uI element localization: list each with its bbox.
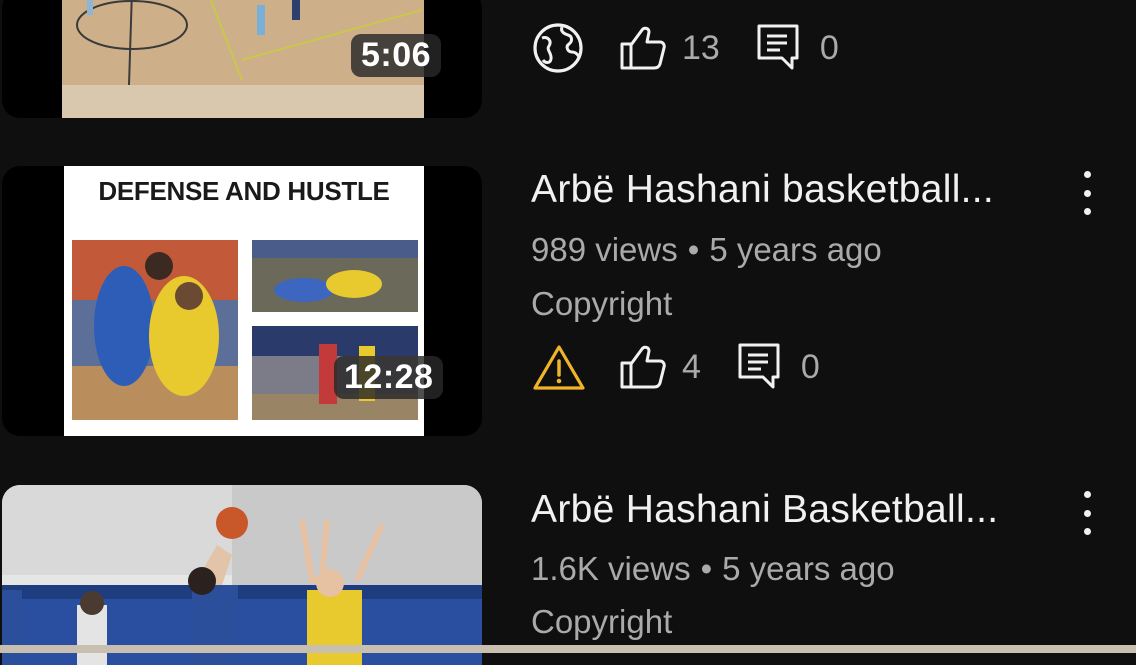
video-title[interactable]: Arbë Hashani basketball... [531,168,994,212]
view-count: 1.6K views [531,550,691,587]
video-title[interactable]: Arbë Hashani Basketball... [531,488,998,532]
separator-dot: • [700,550,713,587]
globe-icon[interactable] [532,22,584,74]
separator-dot: • [687,231,700,268]
video-meta: 989 views • 5 years ago [531,231,882,269]
kebab-dot [1083,189,1091,197]
like-icon[interactable] [618,23,668,73]
comment-icon[interactable] [756,22,800,74]
thumbnail-image [2,485,482,665]
more-options-button[interactable] [1072,171,1102,215]
comment-icon[interactable] [737,341,781,393]
kebab-dot [1083,528,1091,535]
next-thumbnail-edge [0,645,1136,653]
kebab-dot [1083,171,1091,178]
upload-age: 5 years ago [722,550,895,587]
comment-count: 0 [800,347,820,386]
video-meta: 1.6K views • 5 years ago [531,550,895,588]
copyright-label[interactable]: Copyright [531,603,672,641]
comment-count: 0 [819,28,839,67]
kebab-dot [1083,208,1091,215]
kebab-dot [1083,491,1091,498]
kebab-dot [1083,509,1091,517]
like-count: 13 [682,28,720,67]
video-thumbnail[interactable]: 5:06 [2,0,482,118]
warning-icon[interactable] [532,343,586,391]
view-count: 989 views [531,231,678,268]
copyright-label[interactable]: Copyright [531,285,672,323]
video-duration: 5:06 [351,34,442,77]
upload-age: 5 years ago [709,231,882,268]
video-thumbnail[interactable] [2,485,482,665]
more-options-button[interactable] [1072,491,1102,535]
video-thumbnail[interactable]: DEFENSE AND HUSTLE 12:28 [2,166,482,436]
like-icon[interactable] [618,342,668,392]
like-count: 4 [682,347,701,386]
video-duration: 12:28 [334,356,444,399]
video-stats: 4 0 [532,339,820,395]
video-stats: 13 0 [532,20,839,76]
